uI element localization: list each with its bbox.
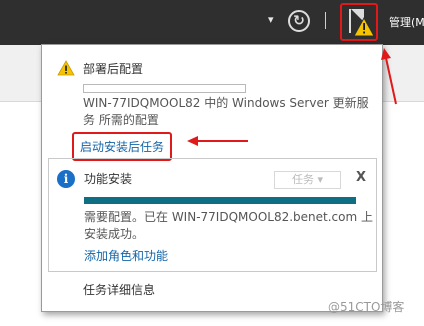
watermark-text: @51CTO博客 [328,300,405,314]
arrow-to-flag [385,57,397,105]
arrow-to-link-head [187,136,198,146]
arrow-to-flag-head [381,48,391,60]
annotation-arrows [187,48,397,146]
